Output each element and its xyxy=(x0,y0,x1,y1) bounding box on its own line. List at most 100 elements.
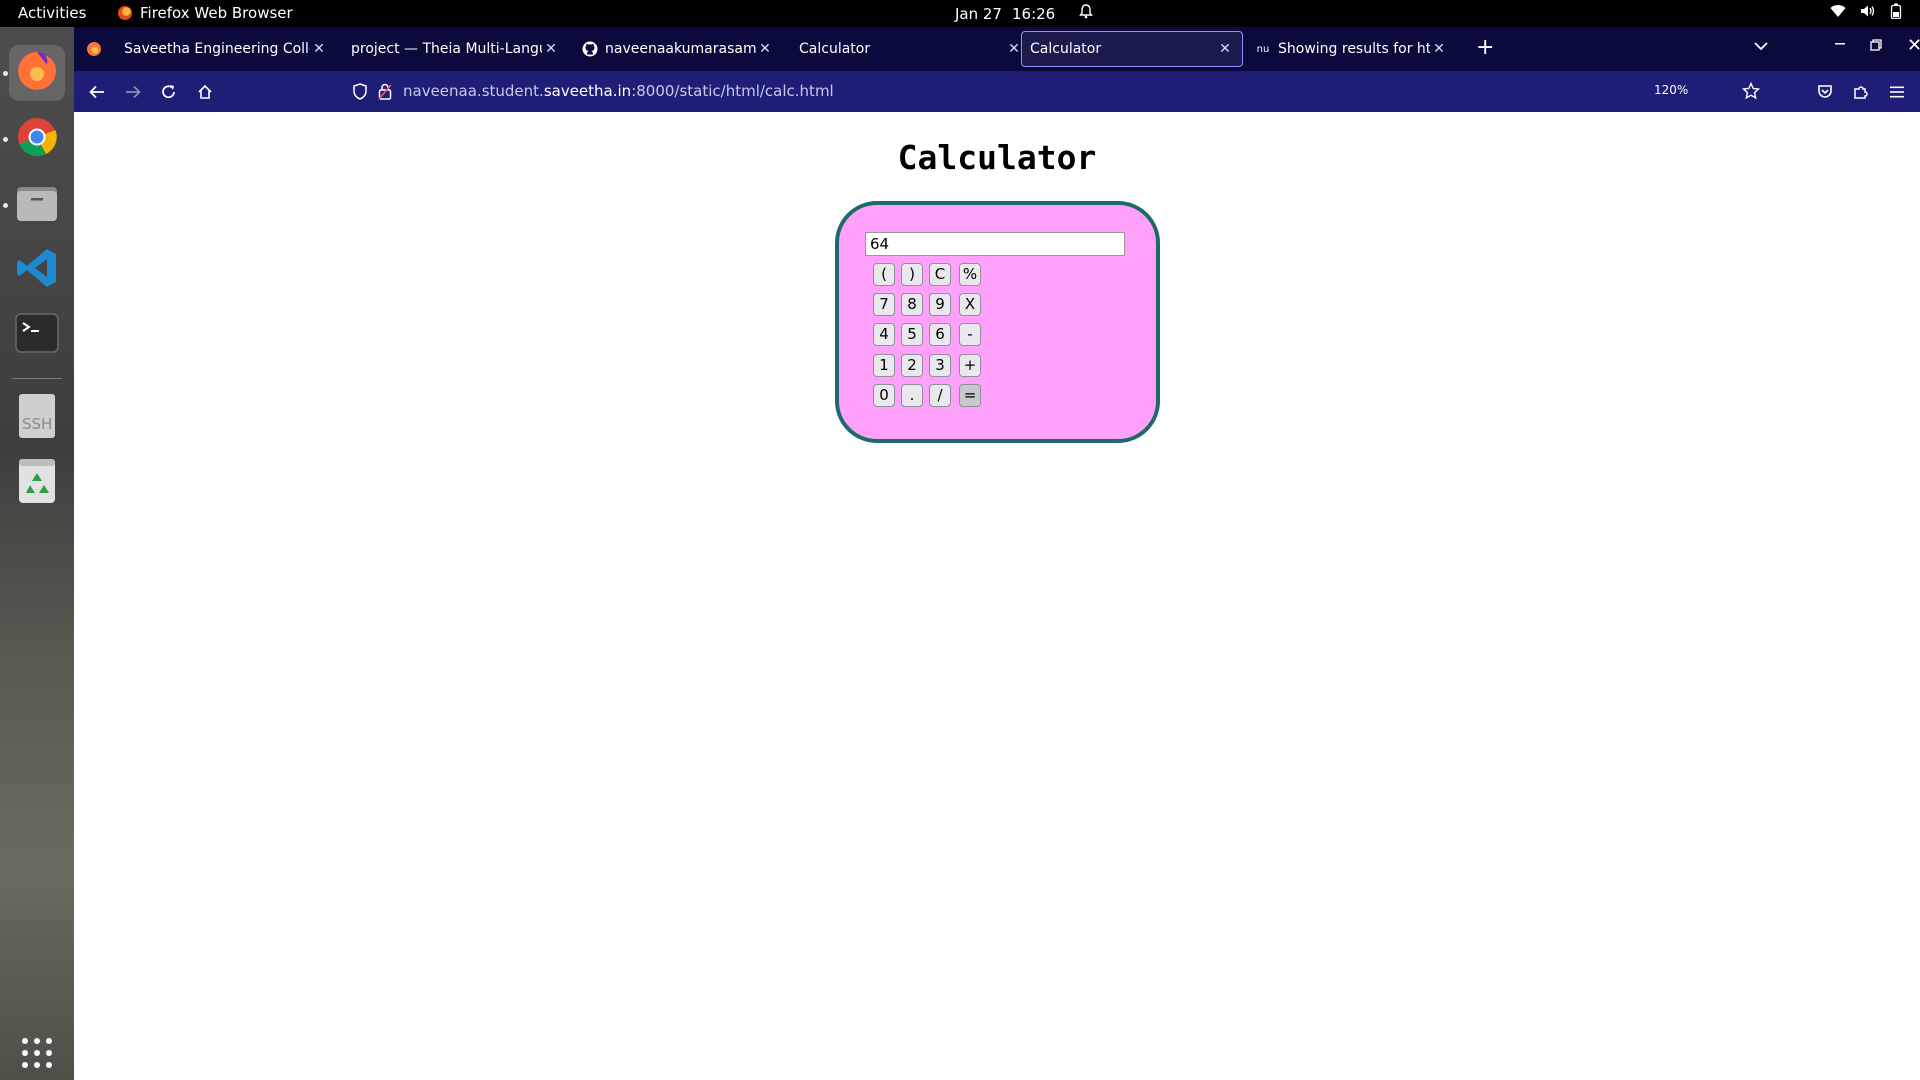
wifi-icon xyxy=(1830,4,1846,18)
firefox-icon xyxy=(15,49,59,97)
calc-button-percent[interactable]: % xyxy=(959,263,981,286)
dock-trash[interactable] xyxy=(9,455,65,511)
calculator: ( ) C % 7 8 9 X 4 5 6 - 1 2 3 + 0 . / = xyxy=(835,201,1160,443)
firefox-view-icon[interactable] xyxy=(86,41,102,61)
minimize-icon[interactable] xyxy=(1834,37,1846,53)
close-icon[interactable]: ✕ xyxy=(310,41,328,57)
tab-theia-project[interactable]: project — Theia Multi-Language ✕ xyxy=(343,31,568,67)
calc-button-equals[interactable]: = xyxy=(959,384,981,407)
clock-date: Jan 27 xyxy=(955,4,1002,23)
system-top-bar: Activities Firefox Web Browser Jan 27 16… xyxy=(0,0,1920,27)
close-icon[interactable]: ✕ xyxy=(542,41,560,57)
volume-icon xyxy=(1860,4,1876,18)
running-indicator xyxy=(3,137,8,142)
tab-list-chevron-icon[interactable] xyxy=(1754,39,1768,55)
extensions-puzzle-icon[interactable] xyxy=(1850,81,1872,103)
notification-bell-icon xyxy=(1079,4,1094,23)
tracking-protection-shield-icon[interactable] xyxy=(352,83,368,104)
url-bar[interactable]: naveenaa.student.saveetha.in:8000/static… xyxy=(344,75,1761,108)
url-text[interactable]: naveenaa.student.saveetha.in:8000/static… xyxy=(403,82,834,100)
calc-button-3[interactable]: 3 xyxy=(929,354,951,377)
hamburger-menu-icon[interactable] xyxy=(1886,81,1908,103)
dock-vscode[interactable] xyxy=(9,242,65,298)
tab-label: Calculator xyxy=(1030,41,1102,57)
tab-calculator[interactable]: Calculator ✕ xyxy=(791,31,1031,67)
forward-arrow-icon[interactable] xyxy=(122,81,144,103)
new-tab-button[interactable]: + xyxy=(1476,37,1494,59)
calc-button-decimal[interactable]: . xyxy=(901,384,923,407)
trash-icon xyxy=(17,458,57,508)
calc-button-0[interactable]: 0 xyxy=(873,384,895,407)
calc-button-add[interactable]: + xyxy=(959,354,981,377)
tab-bar: Saveetha Engineering College ✕ project —… xyxy=(74,27,1920,71)
dock: SSH xyxy=(0,27,74,1080)
app-menu-label: Firefox Web Browser xyxy=(140,4,293,22)
tab-github-repo[interactable]: naveenaakumarasamy/calc ✕ xyxy=(573,31,782,67)
calc-button-6[interactable]: 6 xyxy=(929,323,951,346)
activities-button[interactable]: Activities xyxy=(18,4,86,22)
calc-button-divide[interactable]: / xyxy=(929,384,951,407)
reload-icon[interactable] xyxy=(158,81,180,103)
close-icon[interactable]: ✕ xyxy=(756,41,774,57)
svg-text:SSH: SSH xyxy=(22,415,52,433)
calc-button-4[interactable]: 4 xyxy=(873,323,895,346)
insecure-lock-icon[interactable] xyxy=(378,83,392,104)
github-icon xyxy=(581,40,599,58)
calc-button-close-paren[interactable]: ) xyxy=(901,263,923,286)
calc-button-8[interactable]: 8 xyxy=(901,293,923,316)
dock-chrome[interactable] xyxy=(9,111,65,167)
home-icon[interactable] xyxy=(194,81,216,103)
terminal-icon xyxy=(15,313,59,357)
tab-label: naveenaakumarasamy/calc xyxy=(605,41,756,57)
bookmark-star-icon[interactable] xyxy=(1741,81,1761,104)
tab-saveetha[interactable]: Saveetha Engineering College ✕ xyxy=(116,31,336,67)
tab-label: Calculator xyxy=(799,41,871,57)
close-icon[interactable]: ✕ xyxy=(1430,41,1448,57)
dock-ssh-key[interactable]: SSH xyxy=(9,390,65,446)
calc-button-2[interactable]: 2 xyxy=(901,354,923,377)
calc-button-open-paren[interactable]: ( xyxy=(873,263,895,286)
zoom-level-badge[interactable]: 120% xyxy=(1654,83,1688,97)
tab-label: Saveetha Engineering College xyxy=(124,41,310,57)
calc-button-9[interactable]: 9 xyxy=(929,293,951,316)
restore-icon[interactable] xyxy=(1870,39,1882,55)
vscode-icon xyxy=(15,246,59,294)
tab-calculator-active[interactable]: Calculator ✕ xyxy=(1021,31,1243,67)
clock[interactable]: Jan 27 16:26 xyxy=(955,4,1094,23)
url-suffix: :8000/static/html/calc.html xyxy=(631,82,834,100)
calc-button-clear[interactable]: C xyxy=(929,263,951,286)
url-host: saveetha.in xyxy=(543,82,632,100)
dock-terminal[interactable] xyxy=(9,307,65,363)
chrome-icon xyxy=(16,116,58,162)
calc-button-7[interactable]: 7 xyxy=(873,293,895,316)
dock-firefox[interactable] xyxy=(9,45,65,101)
app-grid-icon xyxy=(20,1036,54,1074)
calc-button-5[interactable]: 5 xyxy=(901,323,923,346)
navigation-bar: naveenaa.student.saveetha.in:8000/static… xyxy=(74,71,1920,112)
tab-label: project — Theia Multi-Language xyxy=(351,41,542,57)
pocket-icon[interactable] xyxy=(1814,81,1836,103)
back-arrow-icon[interactable] xyxy=(86,81,108,103)
running-indicator xyxy=(3,71,8,76)
close-icon[interactable]: ✕ xyxy=(1216,41,1234,57)
dock-separator xyxy=(12,378,62,379)
tab-label: Showing results for http:// xyxy=(1278,41,1430,57)
battery-icon xyxy=(1890,3,1902,19)
tab-search-results[interactable]: nu Showing results for http:// ✕ xyxy=(1246,31,1456,67)
running-indicator xyxy=(3,203,8,208)
app-menu[interactable]: Firefox Web Browser xyxy=(118,4,293,22)
dock-show-apps[interactable] xyxy=(9,1027,65,1080)
calculator-display[interactable] xyxy=(865,232,1125,256)
system-tray[interactable] xyxy=(1830,3,1902,19)
files-icon xyxy=(15,181,59,229)
page-content: Calculator ( ) C % 7 8 9 X 4 5 6 - 1 2 3… xyxy=(74,112,1920,1080)
page-title: Calculator xyxy=(897,138,1097,177)
calc-button-multiply[interactable]: X xyxy=(959,293,981,316)
ssh-key-icon: SSH xyxy=(17,393,57,443)
dock-files[interactable] xyxy=(9,177,65,233)
firefox-small-icon xyxy=(118,6,132,20)
calc-button-1[interactable]: 1 xyxy=(873,354,895,377)
window-close-icon[interactable]: ✕ xyxy=(1907,35,1920,56)
clock-time: 16:26 xyxy=(1011,4,1056,23)
calc-button-subtract[interactable]: - xyxy=(959,323,981,346)
